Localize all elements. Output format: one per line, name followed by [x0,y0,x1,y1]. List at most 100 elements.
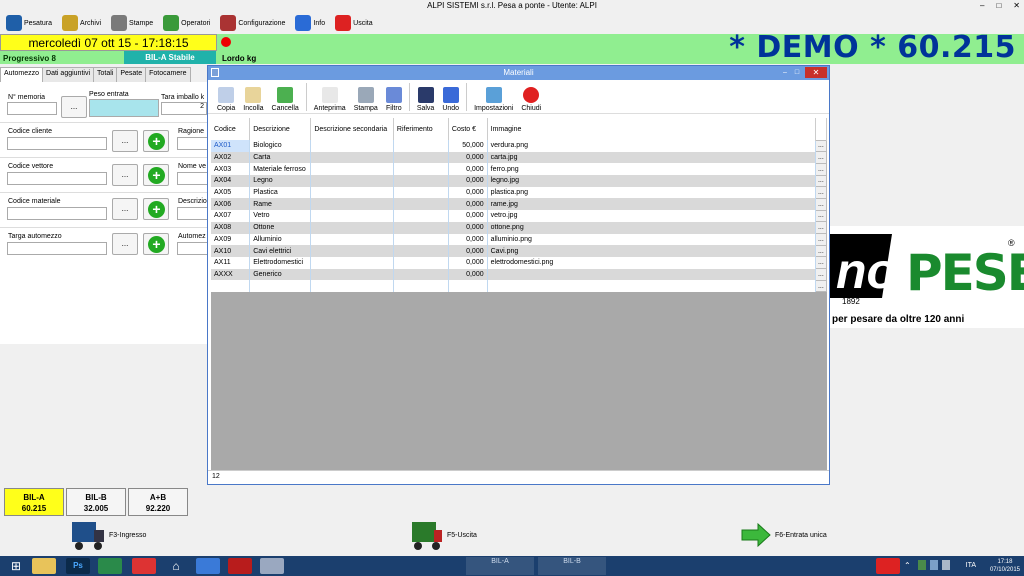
cell-img[interactable]: ottone.png [487,221,816,234]
cell-descrizione[interactable] [249,280,312,292]
dialog-minimize-icon[interactable]: – [779,67,791,78]
image-browse-button[interactable]: ... [814,268,828,281]
cell-codice[interactable]: AX05 [211,186,251,199]
cell-codice[interactable]: AXXX [211,268,251,281]
menu-configurazione[interactable]: Configurazione [218,13,287,33]
cell-desc2[interactable] [310,210,394,222]
cell-costo[interactable]: 0,000 [448,245,488,257]
table-row[interactable]: AX05 Plastica 0,000 plastica.png... [211,186,828,199]
network-icon[interactable] [930,560,938,570]
cell-img[interactable]: plastica.png [487,186,816,199]
image-browse-button[interactable]: ... [814,162,828,176]
table-row[interactable]: AX03 Materiale ferroso 0,000 ferro.png... [211,162,828,176]
cell-desc2[interactable] [310,198,394,211]
cell-desc2[interactable] [310,151,394,164]
cell-desc2[interactable] [310,256,394,269]
image-browse-button[interactable]: ... [814,256,828,270]
image-browse-button[interactable]: ... [814,186,828,199]
cell-rif[interactable] [393,198,449,211]
cell-codice[interactable]: AX04 [211,175,251,187]
table-row[interactable]: AX07 Vetro 0,000 vetro.jpg... [211,209,828,223]
cell-costo[interactable]: 0,000 [448,233,488,246]
thunderbird-icon[interactable] [196,558,220,574]
codice-cliente-input[interactable] [7,137,107,150]
image-browse-button[interactable]: ... [814,197,828,211]
volume-icon[interactable] [942,560,950,570]
tara-imballo-input[interactable]: 2 [161,102,207,115]
image-browse-button[interactable]: ... [814,139,828,153]
cell-desc2[interactable] [310,175,394,187]
cell-desc2[interactable] [310,221,394,234]
table-row[interactable]: AX08 Ottone 0,000 ottone.png... [211,221,828,234]
cell-descrizione[interactable]: Rame [249,198,312,211]
cell-desc2[interactable] [310,140,394,152]
taskbar-bil-a[interactable]: BIL-A [466,557,534,575]
cell-img[interactable]: elettrodomestici.png [487,256,816,269]
impostazioni-button[interactable]: Impostazioni [471,80,516,114]
table-row[interactable]: AX10 Cavi elettrici 0,000 Cavi.png... [211,244,828,258]
cell-img[interactable]: vetro.jpg [487,210,816,222]
cell-img[interactable]: carta.jpg [487,151,816,164]
nome-ve-input[interactable] [177,172,209,185]
cell-rif[interactable] [393,186,449,199]
cell-rif[interactable] [393,151,449,164]
tile-bil-b[interactable]: BIL-B 32.005 [66,488,126,516]
cell-codice[interactable]: AX02 [211,151,251,164]
cell-img[interactable] [487,280,816,292]
cell-descrizione[interactable]: Ottone [249,221,312,234]
cell-rif[interactable] [393,233,449,246]
cell-costo[interactable]: 0,000 [448,186,488,199]
image-browse-button[interactable]: ... [814,221,828,234]
chrome-icon[interactable] [132,558,156,574]
incolla-button[interactable]: Incolla [240,80,266,114]
windows-start-icon[interactable]: ⊞ [4,558,28,574]
automezzo-input[interactable] [177,242,209,255]
targa-lookup-button[interactable]: ... [112,233,138,255]
stampa-button[interactable]: Stampa [351,80,381,114]
cell-costo[interactable]: 0,000 [448,268,488,281]
maximize-icon[interactable]: □ [996,0,1001,12]
cell-desc2[interactable] [310,245,394,257]
copia-button[interactable]: Copia [214,80,238,114]
column-header[interactable]: Descrizione secondaria [310,118,394,140]
codice-materiale-lookup-button[interactable]: ... [112,198,138,220]
minimize-icon[interactable]: – [980,0,984,12]
paint-icon[interactable] [260,558,284,574]
cell-img[interactable]: Cavi.png [487,245,816,257]
close-icon[interactable]: ✕ [1013,0,1020,12]
salva-button[interactable]: Salva [414,80,438,114]
descrizione-input[interactable] [177,207,209,220]
cell-rif[interactable] [393,256,449,269]
cell-costo[interactable]: 0,000 [448,175,488,187]
tab-totali[interactable]: Totali [93,67,118,82]
add-materiale-button[interactable]: + [143,198,169,220]
tile-aplusb[interactable]: A+B 92.220 [128,488,188,516]
cell-costo[interactable]: 0,000 [448,210,488,222]
cancella-button[interactable]: Cancella [269,80,302,114]
cell-descrizione[interactable]: Generico [249,268,312,281]
n-memoria-input[interactable] [7,102,57,115]
menu-stampe[interactable]: Stampe [109,13,155,33]
cell-costo[interactable]: 0,000 [448,221,488,234]
cell-rif[interactable] [393,140,449,152]
tab-dati-aggiuntivi[interactable]: Dati aggiuntivi [42,67,94,82]
tray-chevron-icon[interactable]: ⌃ [904,561,911,570]
n-memoria-lookup-button[interactable]: ... [61,96,87,118]
cell-rif[interactable] [393,210,449,222]
table-row[interactable]: AX09 Alluminio 0,000 alluminio.png... [211,233,828,246]
codice-vettore-lookup-button[interactable]: ... [112,164,138,186]
codice-cliente-lookup-button[interactable]: ... [112,130,138,152]
tab-fotocamere[interactable]: Fotocamere [145,67,191,82]
add-cliente-button[interactable]: + [143,130,169,152]
cell-descrizione[interactable]: Cavi elettrici [249,245,312,257]
cell-rif[interactable] [393,163,449,176]
codice-materiale-input[interactable] [7,207,107,220]
tray-status-icon[interactable] [918,560,926,570]
cell-desc2[interactable] [310,163,394,176]
cell-codice[interactable]: AX09 [211,233,251,246]
tab-pesate[interactable]: Pesate [116,67,147,82]
cell-desc2[interactable] [310,280,394,292]
menu-uscita[interactable]: Uscita [333,13,374,33]
codice-vettore-input[interactable] [7,172,107,185]
cell-codice[interactable]: AX07 [211,210,251,222]
